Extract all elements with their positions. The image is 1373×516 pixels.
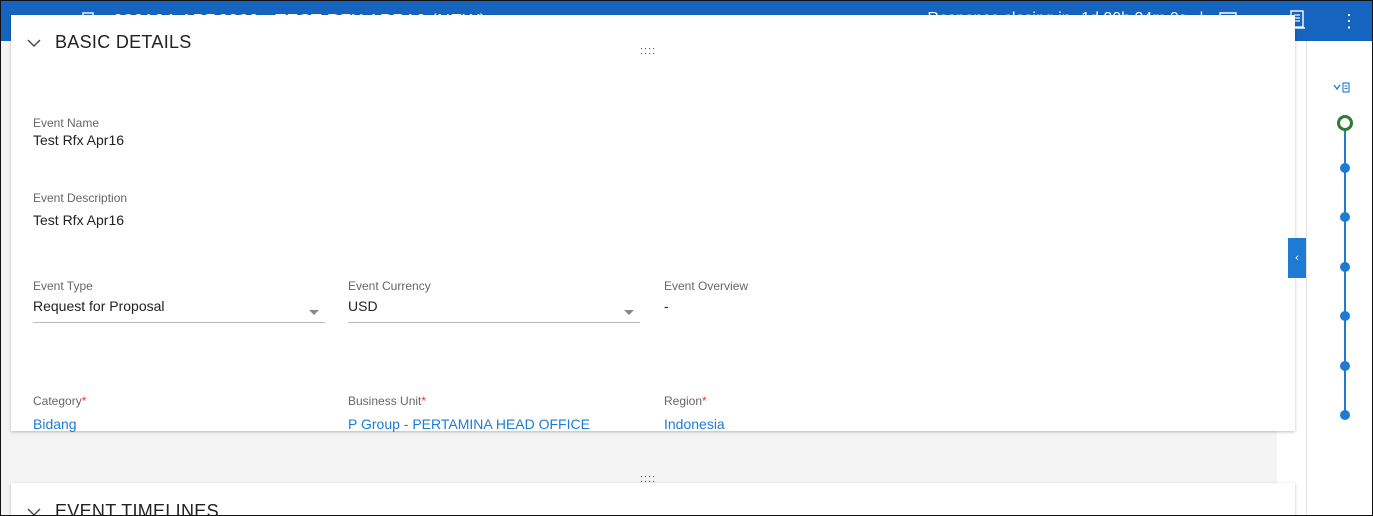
navigator-step[interactable]: [1340, 410, 1350, 420]
event-name-field: Event Name Test Rfx Apr16: [33, 116, 124, 148]
chevron-down-icon: [27, 39, 41, 47]
category-field: Category* Bidang: [33, 394, 86, 432]
event-description-value: Test Rfx Apr16: [33, 212, 125, 228]
navigator-step-current[interactable]: [1337, 115, 1353, 131]
navigator-step[interactable]: [1340, 163, 1350, 173]
required-marker: *: [81, 394, 87, 408]
dropdown-arrow-icon: [309, 310, 319, 315]
event-type-label: Event Type: [33, 279, 93, 293]
event-overview-label: Event Overview: [664, 279, 749, 293]
app-window: ← 000164-APR2020 - TEST RFX APR16 (NEW) …: [0, 0, 1373, 516]
region-link[interactable]: Indonesia: [664, 416, 725, 432]
event-currency-label: Event Currency: [348, 279, 431, 293]
dropdown-arrow-icon: [624, 310, 634, 315]
category-link[interactable]: Bidang: [33, 416, 86, 432]
section-title: EVENT TIMELINES: [55, 501, 219, 516]
event-name-value: Test Rfx Apr16: [33, 132, 125, 148]
navigator-step[interactable]: [1340, 361, 1350, 371]
business-unit-link[interactable]: P Group - PERTAMINA HEAD OFFICE: [348, 416, 590, 432]
event-currency-select[interactable]: USD: [348, 298, 640, 323]
navigator-step[interactable]: [1340, 262, 1350, 272]
event-currency-value: USD: [348, 298, 378, 314]
event-currency-field: Event Currency USD: [348, 279, 640, 323]
section-navigator: [1306, 41, 1372, 515]
required-marker: *: [702, 394, 707, 408]
chevron-left-icon: ‹: [1295, 252, 1299, 264]
chevron-list-icon: [1333, 82, 1350, 93]
event-overview-value: -: [664, 298, 669, 314]
navigator-toggle[interactable]: [1333, 81, 1351, 99]
collapse-panel-button[interactable]: ‹: [1288, 238, 1306, 278]
chevron-down-icon: [27, 508, 41, 515]
section-title: BASIC DETAILS: [55, 32, 192, 52]
event-type-select[interactable]: Request for Proposal: [33, 298, 325, 323]
business-unit-field: Business Unit* P Group - PERTAMINA HEAD …: [348, 394, 590, 432]
drag-handle[interactable]: ::::: [640, 45, 656, 57]
event-timelines-header[interactable]: EVENT TIMELINES: [27, 501, 219, 516]
event-overview-field: Event Overview -: [664, 279, 748, 314]
business-unit-label: Business Unit: [348, 394, 422, 408]
more-vert-icon: ⋮: [1340, 11, 1358, 31]
event-type-value: Request for Proposal: [33, 298, 165, 314]
navigator-step[interactable]: [1340, 212, 1350, 222]
more-menu-button[interactable]: ⋮: [1340, 8, 1358, 34]
event-description-field: Event Description Test Rfx Apr16: [33, 191, 127, 228]
region-label: Region: [664, 394, 703, 408]
navigator-step[interactable]: [1340, 311, 1350, 321]
category-label: Category: [33, 394, 82, 408]
region-field: Region* Indonesia: [664, 394, 725, 432]
event-type-field: Event Type Request for Proposal: [33, 279, 325, 323]
event-description-label: Event Description: [33, 191, 128, 205]
required-marker: *: [421, 394, 427, 408]
basic-details-card: [11, 15, 1295, 431]
basic-details-header[interactable]: BASIC DETAILS: [27, 32, 192, 53]
event-name-label: Event Name: [33, 116, 100, 130]
